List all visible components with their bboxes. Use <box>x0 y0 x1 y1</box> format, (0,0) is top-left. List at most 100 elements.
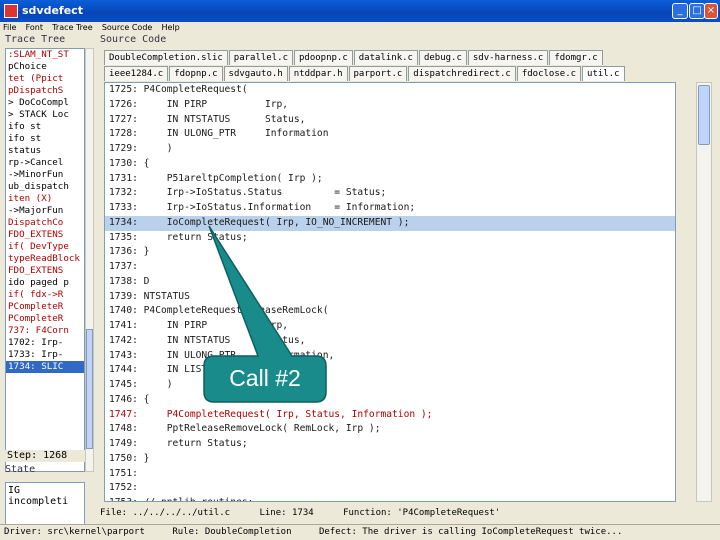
code-line: 1727: IN NTSTATUS Status, <box>109 113 306 125</box>
code-line: 1751: <box>109 467 138 479</box>
tab-ntddpar-h[interactable]: ntddpar.h <box>288 66 348 81</box>
state-line: IG <box>8 485 21 496</box>
code-line: 1742: IN NTSTATUS Status, <box>109 334 306 346</box>
code-line: 1730: { <box>109 157 150 169</box>
tab-doublecompletion-slic[interactable]: DoubleCompletion.slic <box>104 50 228 65</box>
state-box[interactable]: IG incompleti <box>5 482 85 526</box>
menu-bar: File Font Trace Tree Source Code Help <box>0 22 720 34</box>
menu-trace-tree[interactable]: Trace Tree <box>49 22 95 33</box>
code-line: 1741: IN PIRP Irp, <box>109 320 289 331</box>
trace-row[interactable]: ido paged p <box>6 277 84 289</box>
trace-row[interactable]: ub_dispatch <box>6 181 84 193</box>
info-line: Line: 1734 <box>259 508 314 518</box>
code-line: 1726: IN PIRP Irp, <box>109 98 289 110</box>
code-line: 1740: P4CompleteRequestReleaseRemLock( <box>109 305 329 317</box>
tab-fdopnp-c[interactable]: fdopnp.c <box>169 66 223 81</box>
tab-pdoopnp-c[interactable]: pdoopnp.c <box>293 50 353 65</box>
trace-scrollbar[interactable] <box>85 48 94 472</box>
trace-row[interactable]: > STACK Loc <box>6 109 84 121</box>
code-line: 1753: // pptlib routines: <box>105 496 675 501</box>
code-line: 1735: return Status; <box>109 231 248 243</box>
tab-util-c[interactable]: util.c <box>582 66 625 81</box>
menu-file[interactable]: File <box>0 22 19 33</box>
menu-help[interactable]: Help <box>159 22 183 33</box>
trace-row[interactable]: 737: F4Corn <box>6 325 84 337</box>
info-function: Function: 'P4CompleteRequest' <box>343 508 501 518</box>
code-line: 1732: Irp->IoStatus.Status = Status; <box>109 187 387 199</box>
trace-row[interactable]: ->MajorFun <box>6 205 84 217</box>
code-line: 1743: IN ULONG_PTR Information, <box>109 349 335 361</box>
code-line: 1725: P4CompleteRequest( <box>109 84 248 95</box>
code-line: 1738: D <box>109 275 150 287</box>
trace-row[interactable]: rp->Cancel <box>6 157 84 169</box>
trace-tree-label: Trace Tree <box>5 34 66 45</box>
maximize-icon[interactable]: □ <box>689 3 705 19</box>
close-icon[interactable]: × <box>704 3 718 19</box>
trace-row[interactable]: ifo st <box>6 121 84 133</box>
info-file: File: ../../../../util.c <box>100 508 231 518</box>
trace-tree-list[interactable]: :SLAM_NT_ST pChoice tet (Ppict pDispatchS > … <box>5 48 85 472</box>
trace-row[interactable]: 1733: Irp- <box>6 349 84 361</box>
trace-row[interactable]: PCompleteR <box>6 301 84 313</box>
tab-sdvgauto-h[interactable]: sdvgauto.h <box>223 66 288 81</box>
trace-row[interactable]: tet (Ppict <box>6 73 84 85</box>
code-view[interactable]: 1725: P4CompleteRequest( 1726: IN PIRP Ir… <box>104 82 676 502</box>
code-line: 1748: PptReleaseRemoveLock( RemLock, Irp… <box>109 423 381 435</box>
file-tabs: DoubleCompletion.slic parallel.c pdoopnp.c… <box>104 50 714 82</box>
tab-ieee1284-c[interactable]: ieee1284.c <box>104 66 169 81</box>
code-line: 1736: } <box>109 246 150 258</box>
trace-row[interactable]: status <box>6 145 84 157</box>
tab-row: ieee1284.c fdopnp.c sdvgauto.h ntddpar.h par… <box>104 66 714 82</box>
tab-sdv-harness-c[interactable]: sdv-harness.c <box>467 50 549 65</box>
trace-row[interactable]: if( fdx->R <box>6 289 84 301</box>
step-counter: Step: 1268 <box>5 450 85 462</box>
tab-debug-c[interactable]: debug.c <box>418 50 467 65</box>
code-line: 1739: NTSTATUS <box>109 290 190 302</box>
trace-row[interactable]: if( DevType <box>6 241 84 253</box>
tab-parallel-c[interactable]: parallel.c <box>228 50 293 65</box>
trace-row[interactable]: :SLAM_NT_ST <box>6 49 84 61</box>
code-line: 1733: Irp->IoStatus.Information = Inform… <box>109 202 416 213</box>
trace-scroll-thumb[interactable] <box>86 329 93 449</box>
trace-row[interactable]: pDispatchS <box>6 85 84 97</box>
tab-parport-c[interactable]: parport.c <box>348 66 408 81</box>
trace-row[interactable]: FDO_EXTENS <box>6 265 84 277</box>
source-panel: Source Code DoubleCompletion.slic paralle… <box>100 34 716 512</box>
trace-row[interactable]: ->MinorFun <box>6 169 84 181</box>
trace-row[interactable]: pChoice <box>6 61 84 73</box>
state-label: State <box>5 464 36 475</box>
trace-row[interactable]: DispatchCo <box>6 217 84 229</box>
code-line: 1728: IN ULONG_PTR Information <box>109 128 329 140</box>
code-scroll-thumb[interactable] <box>698 85 710 145</box>
trace-row[interactable]: > DoCoCompl <box>6 97 84 109</box>
window-title: sdvdefect <box>22 4 83 17</box>
code-line: 1737: <box>109 261 138 272</box>
tab-fdomgr-c[interactable]: fdomgr.c <box>549 50 603 65</box>
menu-source-code[interactable]: Source Code <box>99 22 156 33</box>
code-line: 1746: { <box>109 393 150 405</box>
code-line: 1747: P4CompleteRequest( Irp, Status, In… <box>109 408 433 420</box>
menu-font[interactable]: Font <box>23 22 46 33</box>
trace-row[interactable]: typeReadBlock <box>6 253 84 265</box>
code-line: 1745: ) <box>109 379 173 390</box>
location-info: File: ../../../../util.c Line: 1734 Func… <box>100 508 712 520</box>
trace-row[interactable]: 1734: SLIC <box>6 361 84 373</box>
minimize-icon[interactable]: _ <box>672 3 688 19</box>
trace-panel: Trace Tree :SLAM_NT_ST pChoice tet (Ppict p… <box>5 34 95 526</box>
code-line: 1752: <box>109 482 138 494</box>
trace-row[interactable]: ifo st <box>6 133 84 145</box>
tab-datalink-c[interactable]: datalink.c <box>353 50 418 65</box>
trace-row[interactable]: PCompleteR <box>6 313 84 325</box>
status-defect: Defect: The driver is calling IoComplete… <box>318 527 623 537</box>
code-scrollbar[interactable] <box>696 82 712 502</box>
code-line: 1750: } <box>109 452 150 464</box>
tab-fdoclose-c[interactable]: fdoclose.c <box>516 66 582 81</box>
trace-row[interactable]: 1702: Irp- <box>6 337 84 349</box>
trace-row[interactable]: iten (X) <box>6 193 84 205</box>
trace-row[interactable]: FDO_EXTENS <box>6 229 84 241</box>
tab-row: DoubleCompletion.slic parallel.c pdoopnp.c… <box>104 50 714 66</box>
state-line: incompleti <box>8 496 69 507</box>
app-icon <box>4 4 18 18</box>
tab-dispatchredirect-c[interactable]: dispatchredirect.c <box>408 66 516 81</box>
code-line: 1731: P51areltpCompletion( Irp ); <box>109 172 323 184</box>
